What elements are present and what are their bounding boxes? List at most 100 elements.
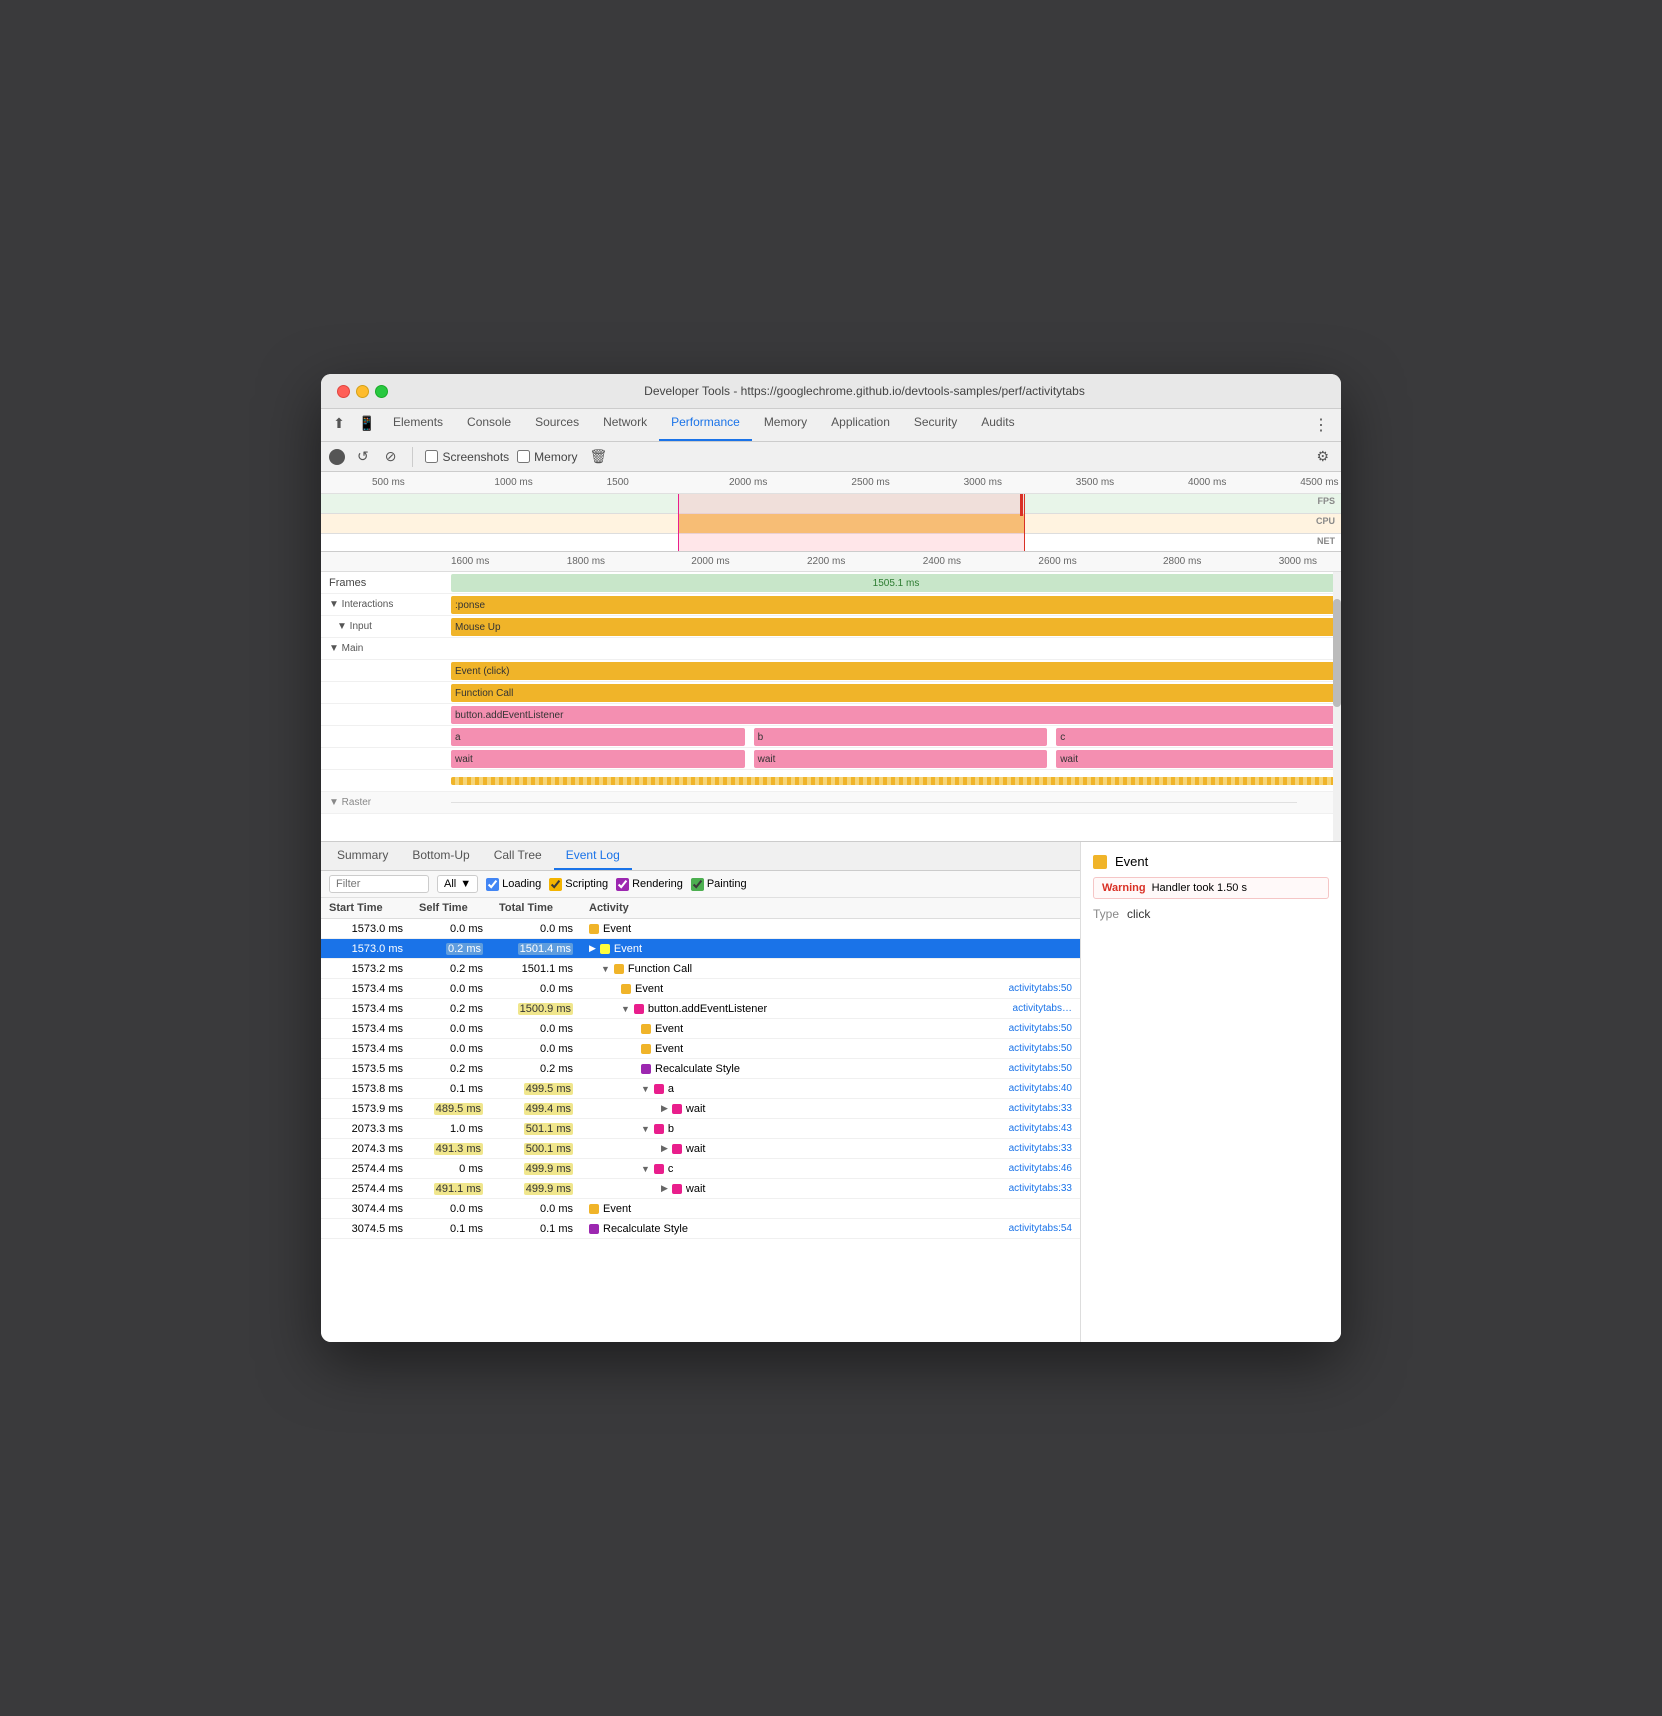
cell-total: 499.5 ms — [491, 1081, 581, 1097]
filter-input[interactable] — [329, 875, 429, 893]
activity-link[interactable]: activitytabs:50 — [1009, 1043, 1072, 1054]
cursor-icon[interactable]: ⬆ — [325, 409, 353, 437]
table-row[interactable]: 1573.8 ms 0.1 ms 499.5 ms ▼ a activityta… — [321, 1079, 1080, 1099]
activity-link[interactable]: activitytabs:50 — [1009, 1063, 1072, 1074]
scripting-checkbox[interactable]: Scripting — [549, 878, 608, 891]
expand-icon[interactable]: ▼ — [641, 1084, 650, 1094]
cell-total: 0.0 ms — [491, 1021, 581, 1037]
clear-button[interactable]: ⊘ — [381, 446, 401, 467]
col-total-time: Total Time — [491, 898, 581, 918]
activity-link[interactable]: activitytabs:54 — [1009, 1223, 1072, 1234]
tab-performance[interactable]: Performance — [659, 409, 752, 441]
screenshots-checkbox[interactable]: Screenshots — [425, 450, 509, 464]
expand-icon[interactable]: ▶ — [589, 943, 596, 954]
warning-text: Handler took 1.50 s — [1152, 882, 1247, 894]
memory-checkbox[interactable]: Memory — [517, 450, 577, 464]
tab-application[interactable]: Application — [819, 409, 902, 441]
nav-tabs: ⬆ 📱 Elements Console Sources Network Per… — [321, 409, 1341, 442]
b-label: b — [758, 732, 764, 743]
table-row[interactable]: 2574.4 ms 491.1 ms 499.9 ms ▶ wait activ… — [321, 1179, 1080, 1199]
minimize-button[interactable] — [356, 385, 369, 398]
expand-icon[interactable]: ▼ — [641, 1124, 650, 1134]
close-button[interactable] — [337, 385, 350, 398]
interactions-value: :ponse — [455, 600, 485, 611]
activity-link[interactable]: activitytabs:33 — [1009, 1183, 1072, 1194]
function-call-track: Function Call — [321, 682, 1341, 704]
tab-memory[interactable]: Memory — [752, 409, 819, 441]
activity-link[interactable]: activitytabs:50 — [1009, 1023, 1072, 1034]
button-addeventlistener-bar: button.addEventListener — [451, 706, 1339, 724]
table-row[interactable]: 1573.9 ms 489.5 ms 499.4 ms ▶ wait activ… — [321, 1099, 1080, 1119]
tab-console[interactable]: Console — [455, 409, 523, 441]
highlighted-total: 499.9 ms — [524, 1183, 573, 1195]
timeline-main[interactable]: 1600 ms 1800 ms 2000 ms 2200 ms 2400 ms … — [321, 552, 1341, 842]
expand-icon[interactable]: ▶ — [661, 1143, 668, 1154]
wait3-bar: wait — [1056, 750, 1339, 768]
wait-icon — [672, 1104, 682, 1114]
painting-checkbox[interactable]: Painting — [691, 878, 747, 891]
more-tabs-icon[interactable]: ⋮ — [1305, 409, 1337, 441]
tab-event-log[interactable]: Event Log — [554, 842, 632, 870]
maximize-button[interactable] — [375, 385, 388, 398]
expand-icon[interactable]: ▼ — [621, 1004, 630, 1014]
table-row[interactable]: 1573.5 ms 0.2 ms 0.2 ms Recalculate Styl… — [321, 1059, 1080, 1079]
tab-elements[interactable]: Elements — [381, 409, 455, 441]
timeline-scrollbar[interactable] — [1333, 572, 1341, 842]
table-row[interactable]: 3074.4 ms 0.0 ms 0.0 ms Event — [321, 1199, 1080, 1219]
expand-icon[interactable]: ▶ — [661, 1183, 668, 1194]
table-row[interactable]: 1573.2 ms 0.2 ms 1501.1 ms ▼ Function Ca… — [321, 959, 1080, 979]
window-title: Developer Tools - https://googlechrome.g… — [404, 384, 1325, 398]
cell-start: 3074.5 ms — [321, 1221, 411, 1237]
table-row[interactable]: 3074.5 ms 0.1 ms 0.1 ms Recalculate Styl… — [321, 1219, 1080, 1239]
timeline-scrollbar-thumb[interactable] — [1333, 599, 1341, 707]
activity-link[interactable]: activitytabs:46 — [1009, 1163, 1072, 1174]
trash-button[interactable]: 🗑 — [586, 446, 612, 467]
expand-icon[interactable]: ▶ — [661, 1103, 668, 1114]
activity-link[interactable]: activitytabs:43 — [1009, 1123, 1072, 1134]
table-row[interactable]: 1573.4 ms 0.2 ms 1500.9 ms ▼ button.addE… — [321, 999, 1080, 1019]
device-icon[interactable]: 📱 — [353, 409, 381, 437]
activity-label: c — [668, 1163, 674, 1175]
tab-audits[interactable]: Audits — [969, 409, 1026, 441]
cell-self: 0.0 ms — [411, 1201, 491, 1217]
tab-sources[interactable]: Sources — [523, 409, 591, 441]
table-row[interactable]: 1573.0 ms 0.0 ms 0.0 ms Event — [321, 919, 1080, 939]
tab-security[interactable]: Security — [902, 409, 969, 441]
expand-icon[interactable]: ▼ — [601, 964, 610, 974]
tab-network[interactable]: Network — [591, 409, 659, 441]
tab-summary[interactable]: Summary — [325, 842, 400, 870]
settings-icon[interactable]: ⚙ — [1312, 446, 1333, 467]
cell-activity: Event activitytabs:50 — [581, 1021, 1080, 1037]
table-row[interactable]: 2073.3 ms 1.0 ms 501.1 ms ▼ b activityta… — [321, 1119, 1080, 1139]
highlighted-total: 1501.4 ms — [518, 943, 573, 955]
loading-checkbox[interactable]: Loading — [486, 878, 541, 891]
activity-link[interactable]: activitytabs:33 — [1009, 1103, 1072, 1114]
activity-link[interactable]: activitytabs… — [1013, 1003, 1072, 1014]
interactions-label: ▼ Interactions — [321, 599, 451, 610]
table-row[interactable]: 1573.4 ms 0.0 ms 0.0 ms Event activityta… — [321, 1019, 1080, 1039]
expand-icon[interactable]: ▼ — [641, 1164, 650, 1174]
cell-activity: Event — [581, 921, 1080, 937]
cell-self: 0.2 ms — [411, 941, 491, 957]
input-label: ▼ Input — [321, 621, 451, 632]
rendering-checkbox[interactable]: Rendering — [616, 878, 683, 891]
activity-link[interactable]: activitytabs:40 — [1009, 1083, 1072, 1094]
table-row[interactable]: 1573.4 ms 0.0 ms 0.0 ms Event activityta… — [321, 979, 1080, 999]
tab-call-tree[interactable]: Call Tree — [482, 842, 554, 870]
cell-start: 3074.4 ms — [321, 1201, 411, 1217]
a-label: a — [455, 732, 461, 743]
table-row[interactable]: 2574.4 ms 0 ms 499.9 ms ▼ c activitytabs… — [321, 1159, 1080, 1179]
ruler-ms-3000: 3000 ms — [1279, 556, 1317, 567]
tab-bottom-up[interactable]: Bottom-Up — [400, 842, 481, 870]
table-row-selected[interactable]: 1573.0 ms 0.2 ms 1501.4 ms ▶ Event — [321, 939, 1080, 959]
table-row[interactable]: 1573.4 ms 0.0 ms 0.0 ms Event activityta… — [321, 1039, 1080, 1059]
activity-link[interactable]: activitytabs:50 — [1009, 983, 1072, 994]
record-button[interactable] — [329, 449, 345, 465]
button-addeventlistener-label: button.addEventListener — [455, 710, 563, 721]
reload-button[interactable]: ↺ — [353, 446, 373, 467]
table-row[interactable]: 2074.3 ms 491.3 ms 500.1 ms ▶ wait activ… — [321, 1139, 1080, 1159]
activity-link[interactable]: activitytabs:33 — [1009, 1143, 1072, 1154]
event-log-panel: Summary Bottom-Up Call Tree Event Log Al… — [321, 842, 1081, 1342]
filter-dropdown[interactable]: All ▼ — [437, 875, 478, 893]
type-value: click — [1127, 907, 1150, 921]
